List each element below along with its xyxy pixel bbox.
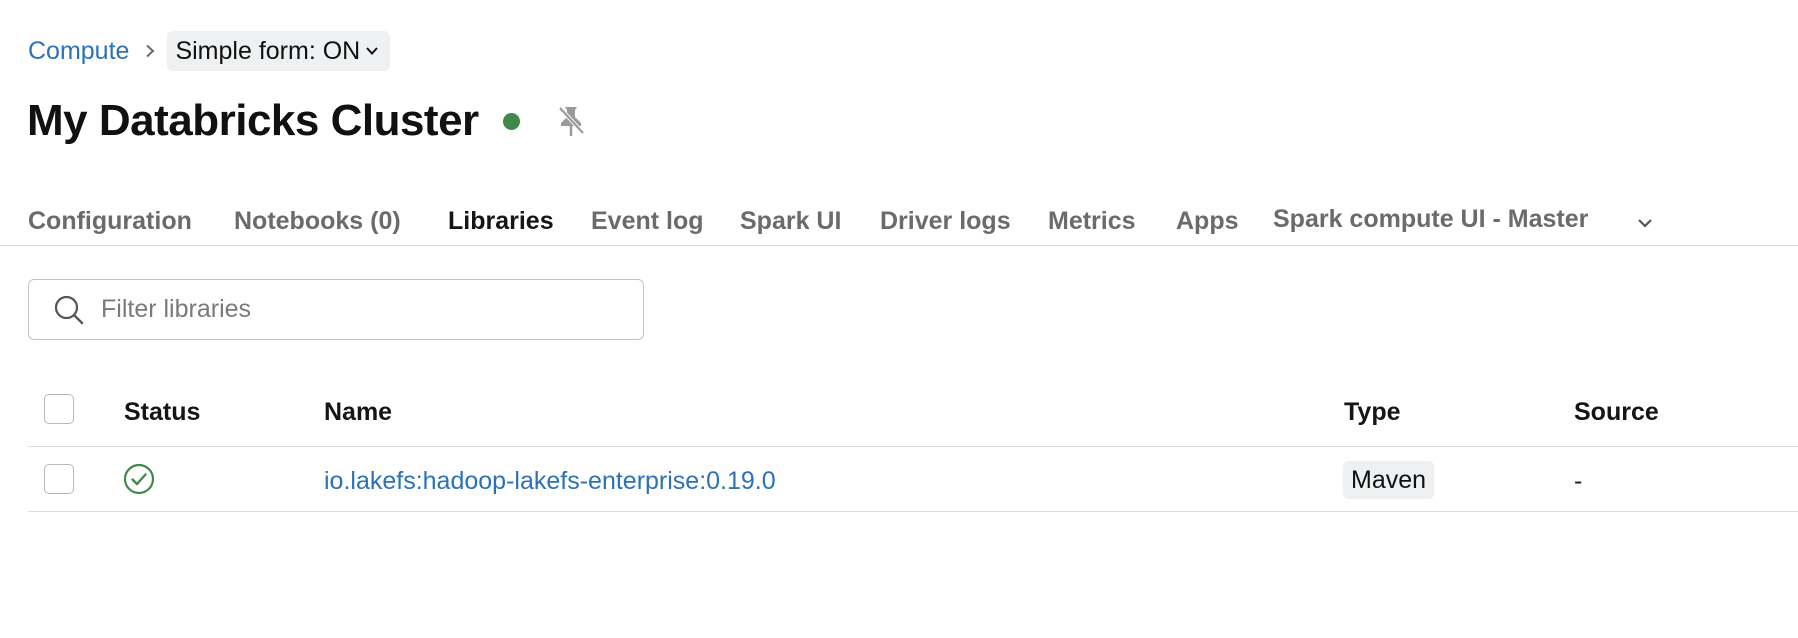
check-circle-icon bbox=[123, 463, 155, 500]
select-all-checkbox[interactable] bbox=[44, 394, 74, 424]
filter-libraries-box bbox=[28, 279, 644, 340]
pin-off-icon[interactable] bbox=[556, 104, 586, 138]
page-title: My Databricks Cluster bbox=[27, 96, 479, 145]
chevron-right-icon bbox=[145, 44, 155, 58]
table-header: Status Name Type Source bbox=[28, 382, 1798, 447]
simple-form-label: Simple form: ON bbox=[175, 36, 361, 65]
tab-bar: Configuration Notebooks (0) Libraries Ev… bbox=[0, 195, 1798, 246]
library-source: - bbox=[1574, 467, 1583, 495]
column-header-source[interactable]: Source bbox=[1574, 398, 1659, 427]
tab-metrics[interactable]: Metrics bbox=[1048, 207, 1136, 236]
tab-configuration[interactable]: Configuration bbox=[28, 207, 192, 236]
tab-libraries[interactable]: Libraries bbox=[448, 207, 554, 236]
tab-driver-logs[interactable]: Driver logs bbox=[880, 207, 1011, 236]
breadcrumb: Compute Simple form: ON bbox=[28, 30, 391, 72]
column-header-status[interactable]: Status bbox=[124, 398, 200, 427]
column-header-name[interactable]: Name bbox=[324, 398, 392, 427]
tab-spark-compute-ui-master[interactable]: Spark compute UI - Master bbox=[1273, 205, 1588, 234]
title-row: My Databricks Cluster bbox=[27, 92, 586, 150]
search-icon bbox=[53, 294, 85, 326]
simple-form-toggle[interactable]: Simple form: ON bbox=[167, 31, 391, 71]
filter-libraries-input[interactable] bbox=[99, 294, 603, 325]
tab-event-log[interactable]: Event log bbox=[591, 207, 704, 236]
cluster-status-indicator bbox=[502, 112, 520, 130]
library-type-tag: Maven bbox=[1343, 461, 1435, 499]
column-header-type[interactable]: Type bbox=[1344, 398, 1401, 427]
row-checkbox[interactable] bbox=[44, 464, 74, 494]
tab-apps[interactable]: Apps bbox=[1176, 207, 1239, 236]
library-name-link[interactable]: io.lakefs:hadoop-lakefs-enterprise:0.19.… bbox=[324, 467, 776, 496]
tab-spark-ui[interactable]: Spark UI bbox=[740, 207, 841, 236]
breadcrumb-compute-link[interactable]: Compute bbox=[28, 37, 129, 66]
table-row: io.lakefs:hadoop-lakefs-enterprise:0.19.… bbox=[28, 447, 1798, 512]
libraries-table: Status Name Type Source io.lakefs:hadoop… bbox=[28, 382, 1798, 512]
chevron-down-icon bbox=[366, 47, 378, 55]
chevron-down-icon[interactable] bbox=[1637, 215, 1653, 233]
tab-notebooks[interactable]: Notebooks (0) bbox=[234, 207, 401, 236]
